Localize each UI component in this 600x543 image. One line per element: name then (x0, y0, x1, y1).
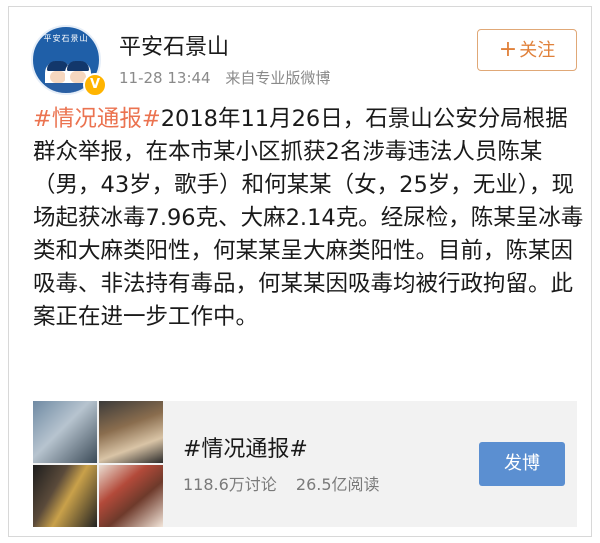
account-name[interactable]: 平安石景山 (119, 29, 229, 61)
read-count: 26.5亿阅读 (295, 475, 380, 494)
thumbnail-image (33, 465, 97, 527)
topic-stats: 118.6万讨论 26.5亿阅读 (183, 471, 380, 495)
plus-icon: + (498, 37, 518, 62)
thumbnail-image (99, 465, 163, 527)
topic-thumbnails (33, 401, 163, 527)
avatar-ring-text: 平安石景山 (43, 34, 89, 43)
verified-v-icon: V (83, 73, 107, 97)
post-text: #情况通报#2018年11月26日，石景山公安分局根据群众举报，在本市某小区抓获… (33, 103, 585, 334)
thumbnail-image (99, 401, 163, 463)
topic-title[interactable]: #情况通报# (183, 431, 308, 463)
post-weibo-button[interactable]: 发博 (479, 442, 565, 486)
follow-button[interactable]: + 关注 (477, 29, 577, 71)
post-meta: 11-28 13:44 来自专业版微博 (119, 67, 330, 88)
topic-link[interactable]: #情况通报# (33, 106, 161, 132)
follow-label: 关注 (519, 40, 556, 61)
topic-card[interactable]: #情况通报# 118.6万讨论 26.5亿阅读 发博 (33, 401, 577, 527)
thumbnail-image (33, 401, 97, 463)
post-source[interactable]: 来自专业版微博 (225, 69, 330, 87)
post-body: 2018年11月26日，石景山公安分局根据群众举报，在本市某小区抓获2名涉毒违法… (33, 106, 584, 330)
weibo-post-card: 平安石景山 V 平安石景山 11-28 13:44 来自专业版微博 + 关注 #情… (8, 6, 592, 537)
post-time: 11-28 13:44 (119, 69, 211, 87)
discussion-count: 118.6万讨论 (183, 475, 277, 494)
